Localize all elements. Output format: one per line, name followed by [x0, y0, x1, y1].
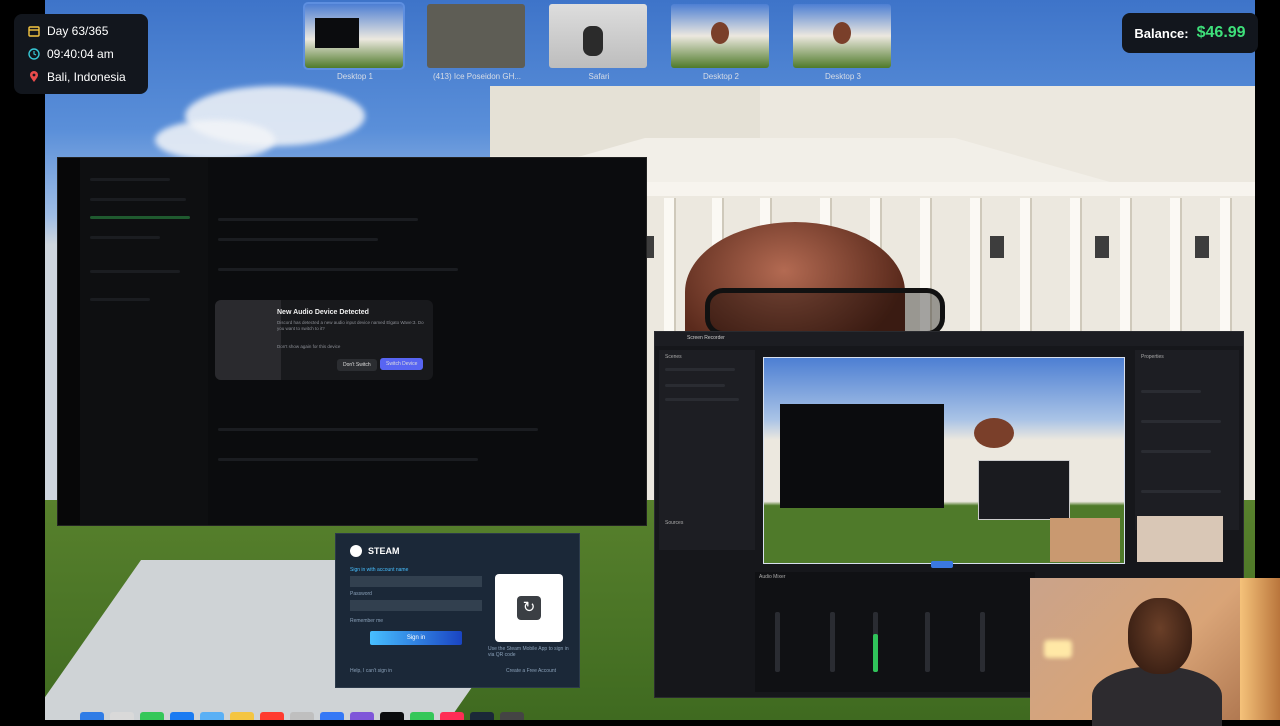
spaces-bar: Desktop 1 (413) Ice Poseidon GH... Safar… — [303, 0, 905, 86]
obs-app-icon[interactable] — [500, 712, 524, 720]
refresh-icon[interactable]: ↻ — [517, 596, 541, 620]
balance-label: Balance: — [1134, 25, 1189, 41]
dialog-message: Discord has detected a new audio input d… — [277, 320, 424, 331]
finder-icon[interactable] — [80, 712, 104, 720]
settings-icon[interactable] — [290, 712, 314, 720]
calendar-icon — [28, 26, 40, 37]
volume-fader[interactable] — [775, 612, 780, 672]
stream-preview — [763, 357, 1125, 564]
steam-icon — [350, 545, 362, 557]
messages-icon[interactable] — [140, 712, 164, 720]
server-sidebar[interactable] — [58, 158, 80, 525]
streamer-face — [1128, 598, 1192, 674]
balance-badge: Balance: $46.99 — [1122, 13, 1258, 53]
steam-logo: STEAM — [350, 545, 400, 557]
status-overlay: Day 63/365 09:40:04 am Bali, Indonesia — [14, 14, 148, 94]
password-input[interactable] — [350, 600, 482, 611]
sign-in-button[interactable]: Sign in — [370, 631, 462, 645]
mail-icon[interactable] — [200, 712, 224, 720]
location-row: Bali, Indonesia — [28, 70, 126, 84]
space-desktop-3[interactable]: Desktop 3 — [793, 4, 893, 86]
scenes-label: Scenes — [665, 354, 682, 360]
dock[interactable] — [80, 712, 1030, 720]
music-icon[interactable] — [440, 712, 464, 720]
steam-login-window[interactable]: STEAM Sign in with account name Password… — [335, 533, 580, 688]
day-row: Day 63/365 — [28, 24, 108, 38]
steam-app-icon[interactable] — [470, 712, 494, 720]
mixer-label: Audio Mixer — [759, 574, 786, 580]
discord-app-icon[interactable] — [350, 712, 374, 720]
volume-fader[interactable] — [873, 612, 878, 672]
dont-switch-button[interactable]: Don't Switch — [337, 359, 377, 371]
clock-icon — [28, 48, 40, 60]
dialog-illustration — [215, 300, 281, 380]
time-row: 09:40:04 am — [28, 47, 114, 61]
facetime-icon[interactable] — [410, 712, 434, 720]
password-label: Password — [350, 591, 372, 597]
volume-fader[interactable] — [830, 612, 835, 672]
clock-time: 09:40:04 am — [47, 47, 114, 61]
audio-mixer[interactable]: Audio Mixer — [755, 572, 1035, 692]
qr-code[interactable]: ↻ — [495, 574, 563, 642]
obs-titlebar: Screen Recorder — [655, 332, 1243, 346]
day-counter: Day 63/365 — [47, 24, 109, 38]
channel-list[interactable] — [80, 158, 208, 525]
location-text: Bali, Indonesia — [47, 70, 126, 84]
scene-tab[interactable]: Screen Recorder — [687, 335, 725, 341]
safari-icon[interactable] — [170, 712, 194, 720]
properties-label: Properties — [1141, 354, 1164, 360]
notes-icon[interactable] — [230, 712, 254, 720]
go-live-button[interactable] — [931, 561, 953, 568]
volume-fader[interactable] — [980, 612, 985, 672]
sunglasses — [705, 288, 945, 336]
launchpad-icon[interactable] — [110, 712, 134, 720]
space-stream[interactable]: (413) Ice Poseidon GH... — [427, 4, 527, 86]
sources-label: Sources — [665, 520, 684, 526]
remember-me-checkbox[interactable]: Remember me — [350, 618, 383, 624]
balance-amount: $46.99 — [1196, 24, 1246, 41]
qr-hint: Use the Steam Mobile App to sign in via … — [488, 646, 569, 658]
guest-camera-thumb — [1137, 516, 1223, 562]
calendar-app-icon[interactable] — [260, 712, 284, 720]
webcam-overlay — [1030, 578, 1280, 726]
username-input[interactable] — [350, 576, 482, 587]
location-pin-icon — [30, 71, 38, 82]
help-link[interactable]: Help, I can't sign in — [350, 668, 392, 674]
username-label: Sign in with account name — [350, 567, 409, 573]
space-desktop-1[interactable]: Desktop 1 — [303, 2, 405, 86]
create-account-link[interactable]: Create a Free Account — [506, 668, 556, 674]
volume-fader[interactable] — [925, 612, 930, 672]
scenes-panel[interactable]: Scenes Sources — [659, 350, 755, 550]
properties-panel[interactable]: Properties — [1135, 350, 1239, 530]
dialog-checkbox-label[interactable]: Don't show again for this device — [277, 344, 427, 350]
space-desktop-2[interactable]: Desktop 2 — [671, 4, 771, 86]
switch-device-button[interactable]: Switch Device — [380, 358, 424, 370]
dialog-title: New Audio Device Detected — [277, 309, 369, 316]
space-safari[interactable]: Safari — [549, 4, 649, 86]
appstore-icon[interactable] — [320, 712, 344, 720]
terminal-icon[interactable] — [380, 712, 404, 720]
